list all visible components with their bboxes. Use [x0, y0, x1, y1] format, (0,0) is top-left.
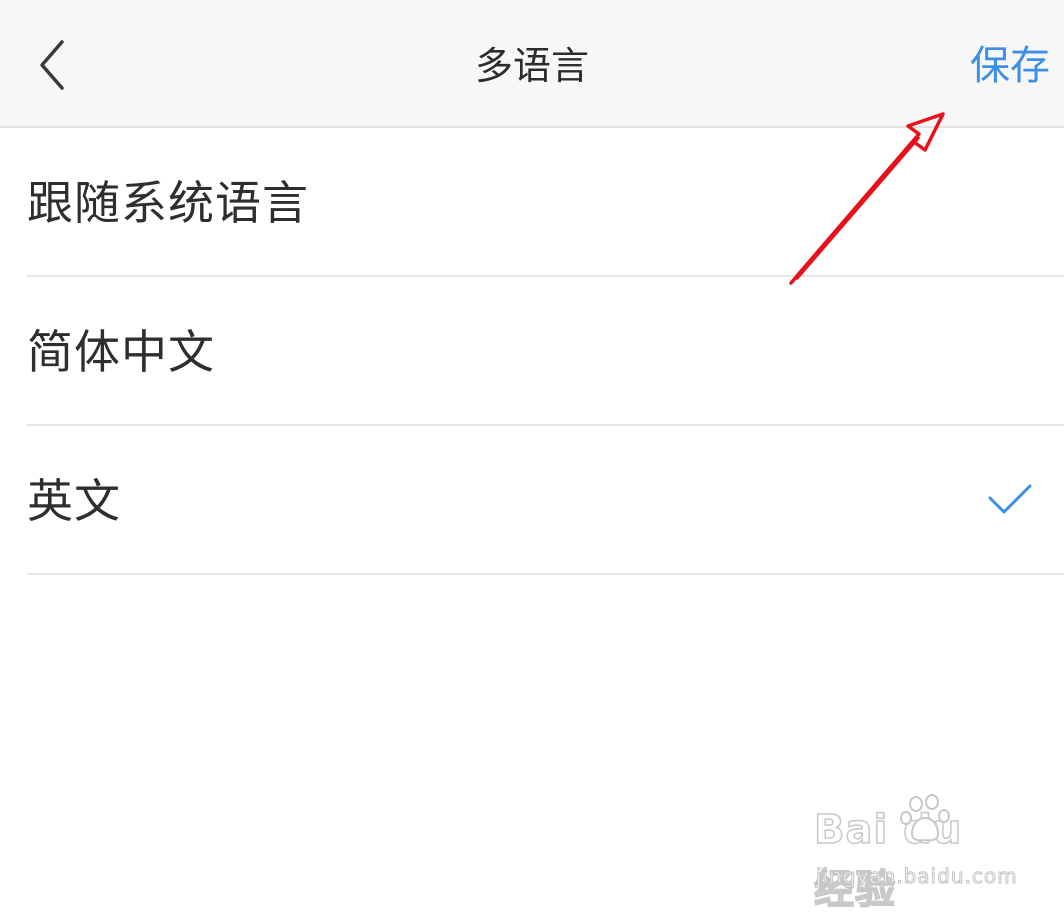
language-option-label: 英文 — [27, 474, 121, 528]
baidu-jingyan-watermark: Bai du 经验 jingyan.baidu.com — [813, 794, 1017, 914]
checkmark-icon — [988, 484, 1032, 514]
language-settings-screen: 多语言 保存 跟随系统语言 简体中文 英文 Bai du 经验 jingyan.… — [0, 0, 1064, 916]
language-option-label: 简体中文 — [27, 325, 215, 379]
language-option-follow-system[interactable]: 跟随系统语言 — [27, 128, 1064, 277]
paw-icon — [900, 794, 950, 842]
language-option-label: 跟随系统语言 — [27, 176, 309, 230]
save-button[interactable]: 保存 — [970, 38, 1050, 94]
watermark-url: jingyan.baidu.com — [816, 864, 1018, 889]
page-title: 多语言 — [474, 44, 589, 88]
language-option-simplified-chinese[interactable]: 简体中文 — [27, 277, 1064, 426]
navigation-bar: 多语言 保存 — [0, 0, 1064, 128]
language-option-english[interactable]: 英文 — [27, 426, 1064, 575]
language-list: 跟随系统语言 简体中文 英文 — [0, 128, 1064, 575]
